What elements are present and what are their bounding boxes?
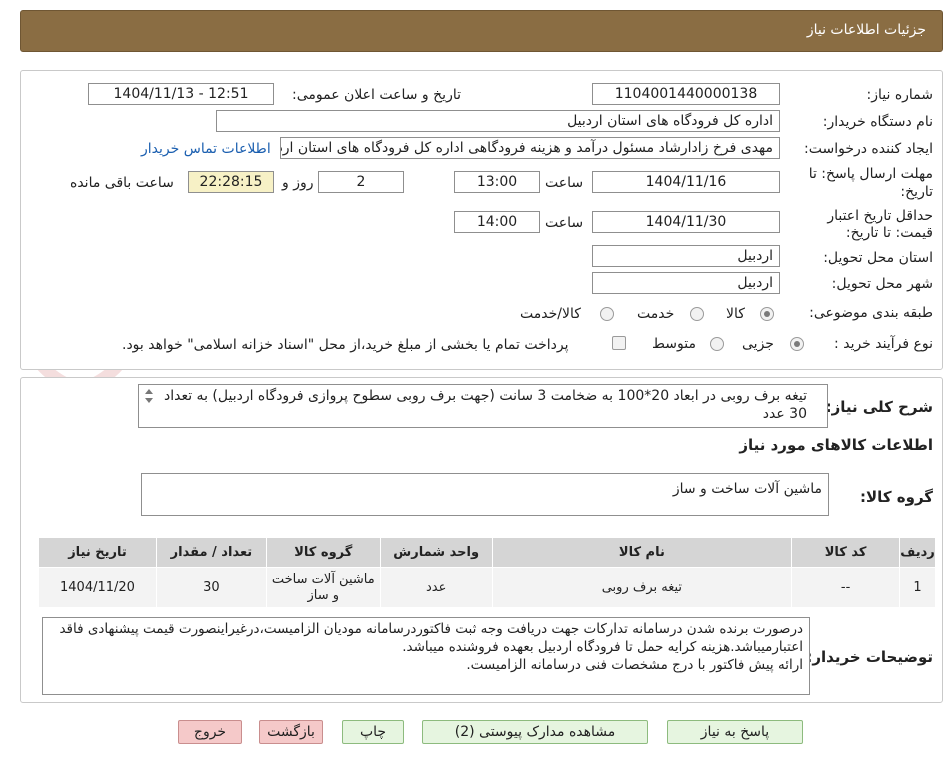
city-label: شهر محل تحویل: bbox=[831, 276, 933, 292]
col-date: تاریخ نیاز bbox=[38, 537, 157, 568]
purchase-process-label: نوع فرآیند خرید : bbox=[834, 336, 933, 352]
validity-time-label: ساعت bbox=[545, 215, 584, 231]
exit-button[interactable]: خروج bbox=[178, 720, 242, 744]
need-number-field[interactable]: 1104001440000138 bbox=[592, 83, 780, 105]
table-row[interactable]: 1 -- تیغه برف روبی عدد ماشین آلات ساخت و… bbox=[38, 567, 936, 608]
announce-datetime-field[interactable]: 1404/11/13 - 12:51 bbox=[88, 83, 274, 105]
price-validity-label-line2: قیمت: تا تاریخ: bbox=[845, 225, 933, 241]
need-number-label: شماره نیاز: bbox=[866, 87, 934, 103]
respond-button[interactable]: پاسخ به نیاز bbox=[667, 720, 803, 744]
view-attachments-button[interactable]: مشاهده مدارک پیوستی (2) bbox=[422, 720, 648, 744]
days-label: روز و bbox=[282, 175, 314, 191]
cell-name: تیغه برف روبی bbox=[491, 567, 793, 608]
creator-label: ایجاد کننده درخواست: bbox=[804, 141, 933, 157]
category-option-goods-service: کالا/خدمت bbox=[520, 306, 581, 322]
goods-table-header: ردیف کد کالا نام کالا واحد شمارش گروه کا… bbox=[38, 537, 936, 568]
print-button[interactable]: چاپ bbox=[342, 720, 404, 744]
province-label: استان محل تحویل: bbox=[823, 250, 933, 266]
process-option-medium: متوسط bbox=[652, 336, 696, 352]
category-radio-goods[interactable] bbox=[760, 307, 774, 321]
process-radio-medium[interactable] bbox=[710, 337, 724, 351]
cell-date: 1404/11/20 bbox=[38, 567, 157, 608]
cell-group: ماشین آلات ساخت و ساز bbox=[265, 567, 381, 608]
buyer-contact-link[interactable]: اطلاعات تماس خریدار bbox=[141, 141, 271, 157]
remaining-days-field[interactable]: 2 bbox=[318, 171, 404, 193]
col-name: نام کالا bbox=[491, 537, 793, 568]
deadline-time-field[interactable]: 13:00 bbox=[454, 171, 540, 193]
col-qty: تعداد / مقدار bbox=[155, 537, 267, 568]
category-radio-goods-service[interactable] bbox=[600, 307, 614, 321]
page-header: جزئیات اطلاعات نیاز bbox=[20, 10, 943, 52]
buyer-notes-textarea[interactable]: درصورت برنده شدن درسامانه تدارکات جهت در… bbox=[42, 617, 810, 695]
creator-field[interactable]: مهدی فرخ زادارشاد مسئول درآمد و هزینه فر… bbox=[280, 137, 780, 159]
cell-unit: عدد bbox=[379, 567, 493, 608]
process-radio-minor[interactable] bbox=[790, 337, 804, 351]
treasury-payment-checkbox[interactable] bbox=[612, 336, 626, 350]
category-radio-service[interactable] bbox=[690, 307, 704, 321]
col-row: ردیف bbox=[899, 537, 936, 568]
back-button[interactable]: بازگشت bbox=[259, 720, 323, 744]
category-label: طبقه بندی موضوعی: bbox=[809, 305, 933, 321]
col-group: گروه کالا bbox=[265, 537, 381, 568]
announce-datetime-label: تاریخ و ساعت اعلان عمومی: bbox=[292, 87, 461, 103]
buyer-notes-label: توضیحات خریدار: bbox=[806, 648, 933, 666]
description-textarea[interactable]: تیغه برف روبی در ابعاد 20*100 به ضخامت 3… bbox=[138, 384, 828, 428]
deadline-date-field[interactable]: 1404/11/16 bbox=[592, 171, 780, 193]
buyer-org-field[interactable]: اداره کل فرودگاه های استان اردبیل bbox=[216, 110, 780, 132]
deadline-label-line2: تاریخ: bbox=[900, 184, 933, 200]
goods-group-label: گروه کالا: bbox=[860, 488, 933, 506]
description-label: شرح کلی نیاز: bbox=[825, 398, 933, 416]
col-unit: واحد شمارش bbox=[379, 537, 493, 568]
cell-code: -- bbox=[791, 567, 901, 608]
deadline-time-label: ساعت bbox=[545, 175, 584, 191]
city-field[interactable]: اردبیل bbox=[592, 272, 780, 294]
goods-group-textarea[interactable]: ماشین آلات ساخت و ساز bbox=[141, 473, 829, 516]
scroll-arrows-icon[interactable] bbox=[144, 388, 154, 404]
page-title: جزئیات اطلاعات نیاز bbox=[806, 22, 926, 38]
deadline-label: مهلت ارسال پاسخ: تا bbox=[808, 166, 933, 182]
goods-table: ردیف کد کالا نام کالا واحد شمارش گروه کا… bbox=[38, 537, 936, 608]
remaining-time-field: 22:28:15 bbox=[188, 171, 274, 193]
goods-section-title: اطلاعات کالاهای مورد نیاز bbox=[739, 436, 933, 454]
price-validity-label: حداقل تاریخ اعتبار bbox=[827, 208, 933, 224]
category-option-service: خدمت bbox=[637, 306, 675, 322]
cell-row: 1 bbox=[899, 567, 936, 608]
remaining-time-label: ساعت باقی مانده bbox=[70, 175, 174, 191]
treasury-payment-note: پرداخت تمام یا بخشی از مبلغ خرید،از محل … bbox=[122, 337, 569, 353]
cell-qty: 30 bbox=[155, 567, 267, 608]
col-code: کد کالا bbox=[791, 537, 901, 568]
process-option-minor: جزیی bbox=[742, 336, 774, 352]
buyer-org-label: نام دستگاه خریدار: bbox=[822, 114, 933, 130]
province-field[interactable]: اردبیل bbox=[592, 245, 780, 267]
validity-time-field[interactable]: 14:00 bbox=[454, 211, 540, 233]
category-option-goods: کالا bbox=[726, 306, 745, 322]
validity-date-field[interactable]: 1404/11/30 bbox=[592, 211, 780, 233]
